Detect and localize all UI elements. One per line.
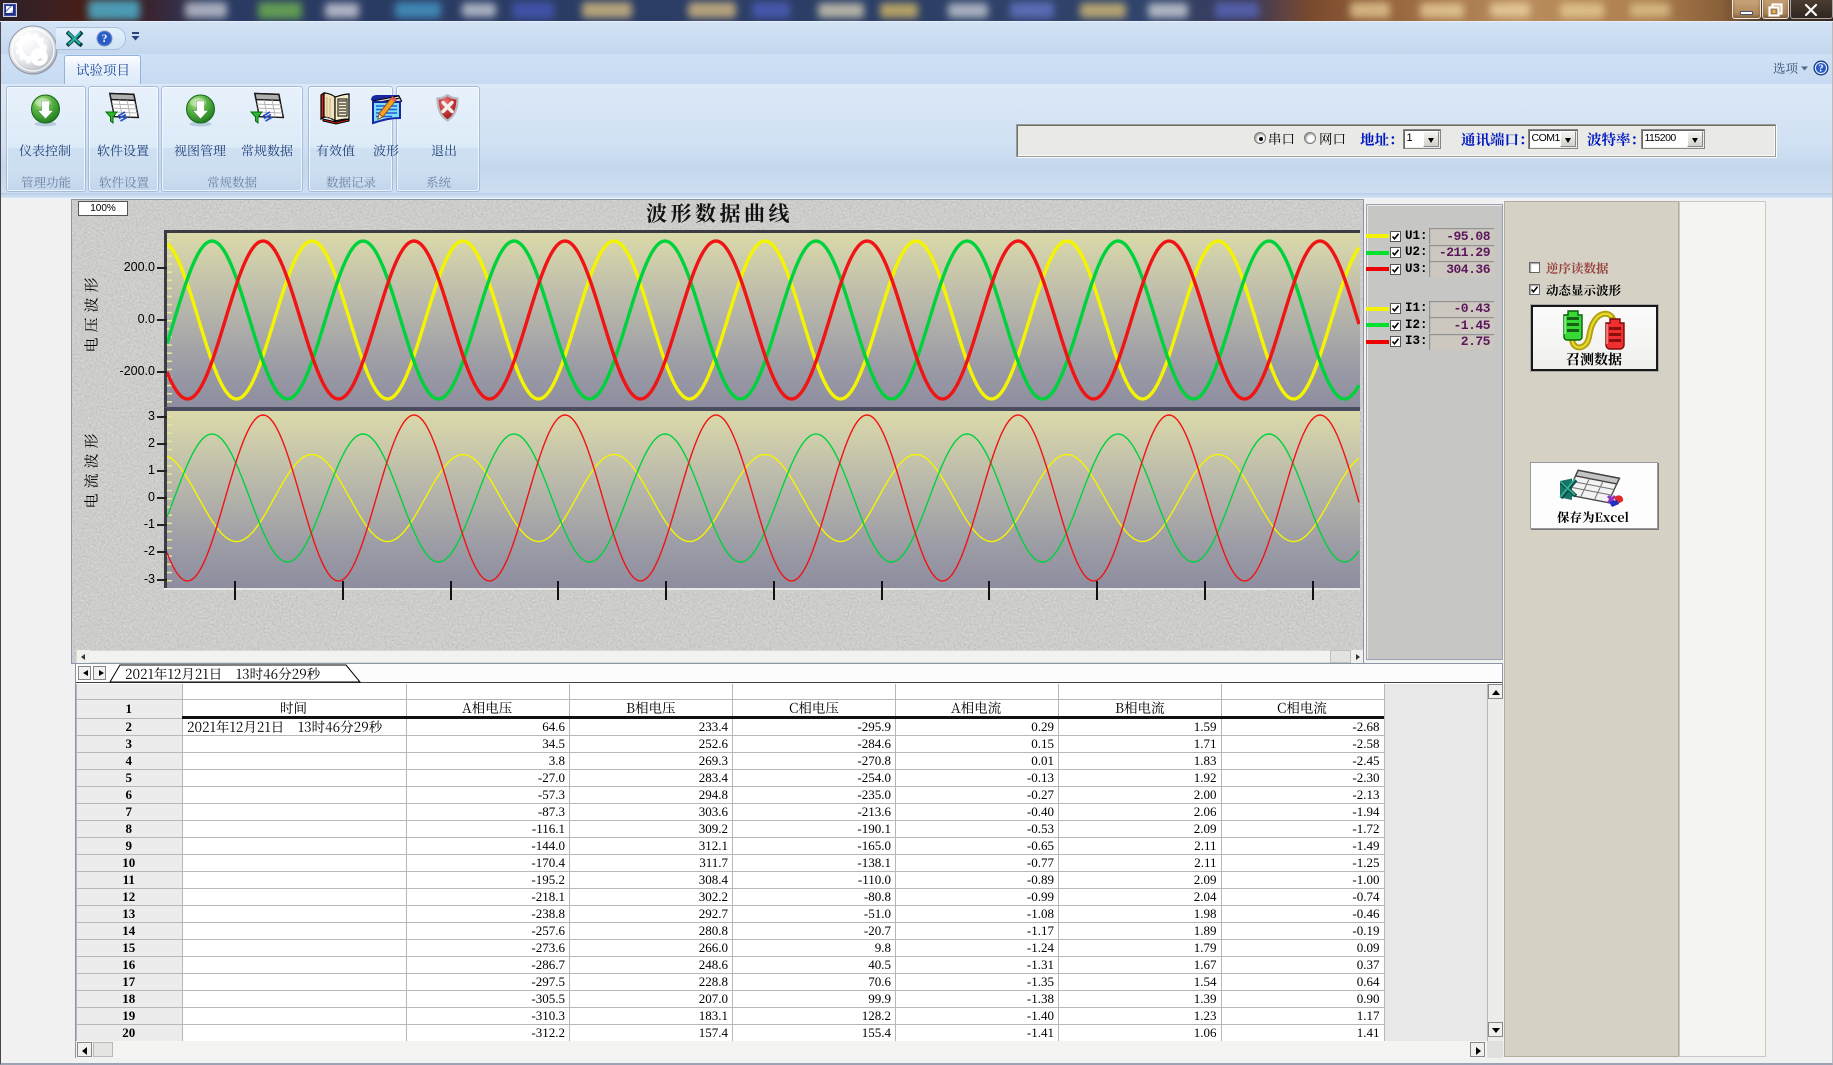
svg-text:?: ? <box>102 33 108 45</box>
svg-text:?: ? <box>1818 64 1823 75</box>
